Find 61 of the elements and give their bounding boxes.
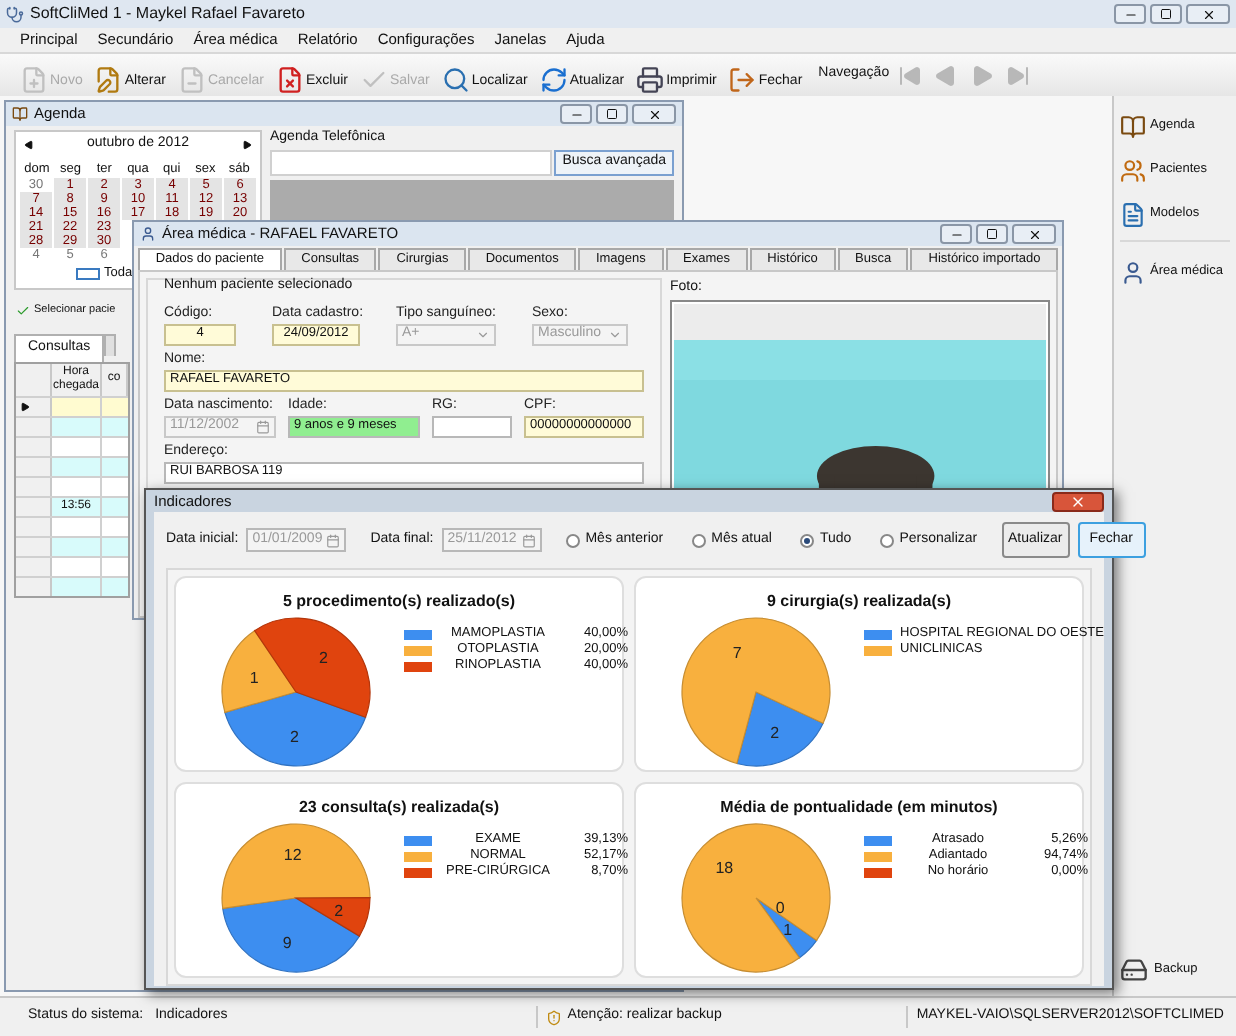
current-row-icon: [20, 401, 30, 412]
maximize-icon: [606, 108, 618, 120]
table-cell: [102, 537, 128, 556]
minus-document-icon: [177, 65, 206, 93]
search-icon: [441, 65, 470, 93]
previous-month-icon[interactable]: [24, 139, 34, 150]
data-label: 1: [783, 921, 793, 940]
data-label: 1: [249, 669, 259, 688]
close-icon: [647, 107, 661, 121]
table-cell: [102, 577, 128, 596]
data-label: 2: [290, 728, 299, 747]
close-icon: [1027, 227, 1041, 241]
data-label: 0: [775, 899, 785, 918]
table-cell: [102, 497, 128, 516]
data-label: 7: [732, 644, 742, 663]
next-month-icon[interactable]: [242, 139, 252, 150]
pencil-document-icon: [94, 65, 123, 93]
table-cell: [102, 457, 128, 476]
chart-title: 23 consulta(s) realizada(s): [296, 796, 502, 821]
chart-title: 5 procedimento(s) realizado(s): [280, 590, 518, 615]
tab[interactable]: [104, 334, 117, 357]
app-icon: [6, 5, 24, 23]
maximize-button[interactable]: [1150, 4, 1182, 24]
check-icon: [16, 303, 30, 318]
maximize-button[interactable]: [976, 224, 1008, 244]
cross-document-icon: [275, 65, 304, 93]
book-icon: [1120, 113, 1146, 139]
today-marker-icon: [76, 268, 100, 281]
data-label: 2: [334, 902, 344, 921]
calendar-icon: [521, 533, 536, 548]
person-icon: [1120, 259, 1146, 285]
close-icon: [1201, 7, 1215, 21]
window-title: SoftCliMed 1 - Maykel Rafael Favareto: [30, 2, 305, 26]
chart-title: Média de pontualidade (em minutos): [718, 796, 1000, 821]
refresh-icon: [539, 65, 568, 93]
maximize-button[interactable]: [596, 104, 628, 124]
close-icon: [1070, 493, 1086, 510]
calendar-icon: [326, 533, 341, 548]
calendar-icon: [256, 419, 270, 433]
drive-icon: [1120, 956, 1148, 984]
maximize-icon: [1160, 8, 1172, 20]
text-field[interactable]: [432, 415, 512, 437]
people-icon: [1120, 157, 1146, 183]
plus-document-icon: [20, 65, 48, 93]
row-header[interactable]: [16, 397, 52, 416]
person-icon: [140, 226, 156, 242]
data-label: 18: [715, 859, 734, 878]
data-label: 2: [318, 649, 328, 668]
shield-icon: [545, 1009, 562, 1025]
search-field[interactable]: [270, 149, 553, 175]
table-cell: [102, 397, 128, 416]
maximize-icon: [986, 228, 998, 240]
chart-title: 9 cirurgia(s) realizada(s): [764, 590, 954, 615]
book-icon: [12, 106, 28, 122]
close-button[interactable]: [1052, 491, 1104, 512]
table-cell: [102, 417, 128, 436]
data-label: 2: [770, 724, 780, 743]
document-icon: [1120, 201, 1146, 227]
data-label: 12: [283, 846, 302, 865]
printer-icon: [636, 65, 665, 93]
data-label: 9: [282, 934, 292, 952]
